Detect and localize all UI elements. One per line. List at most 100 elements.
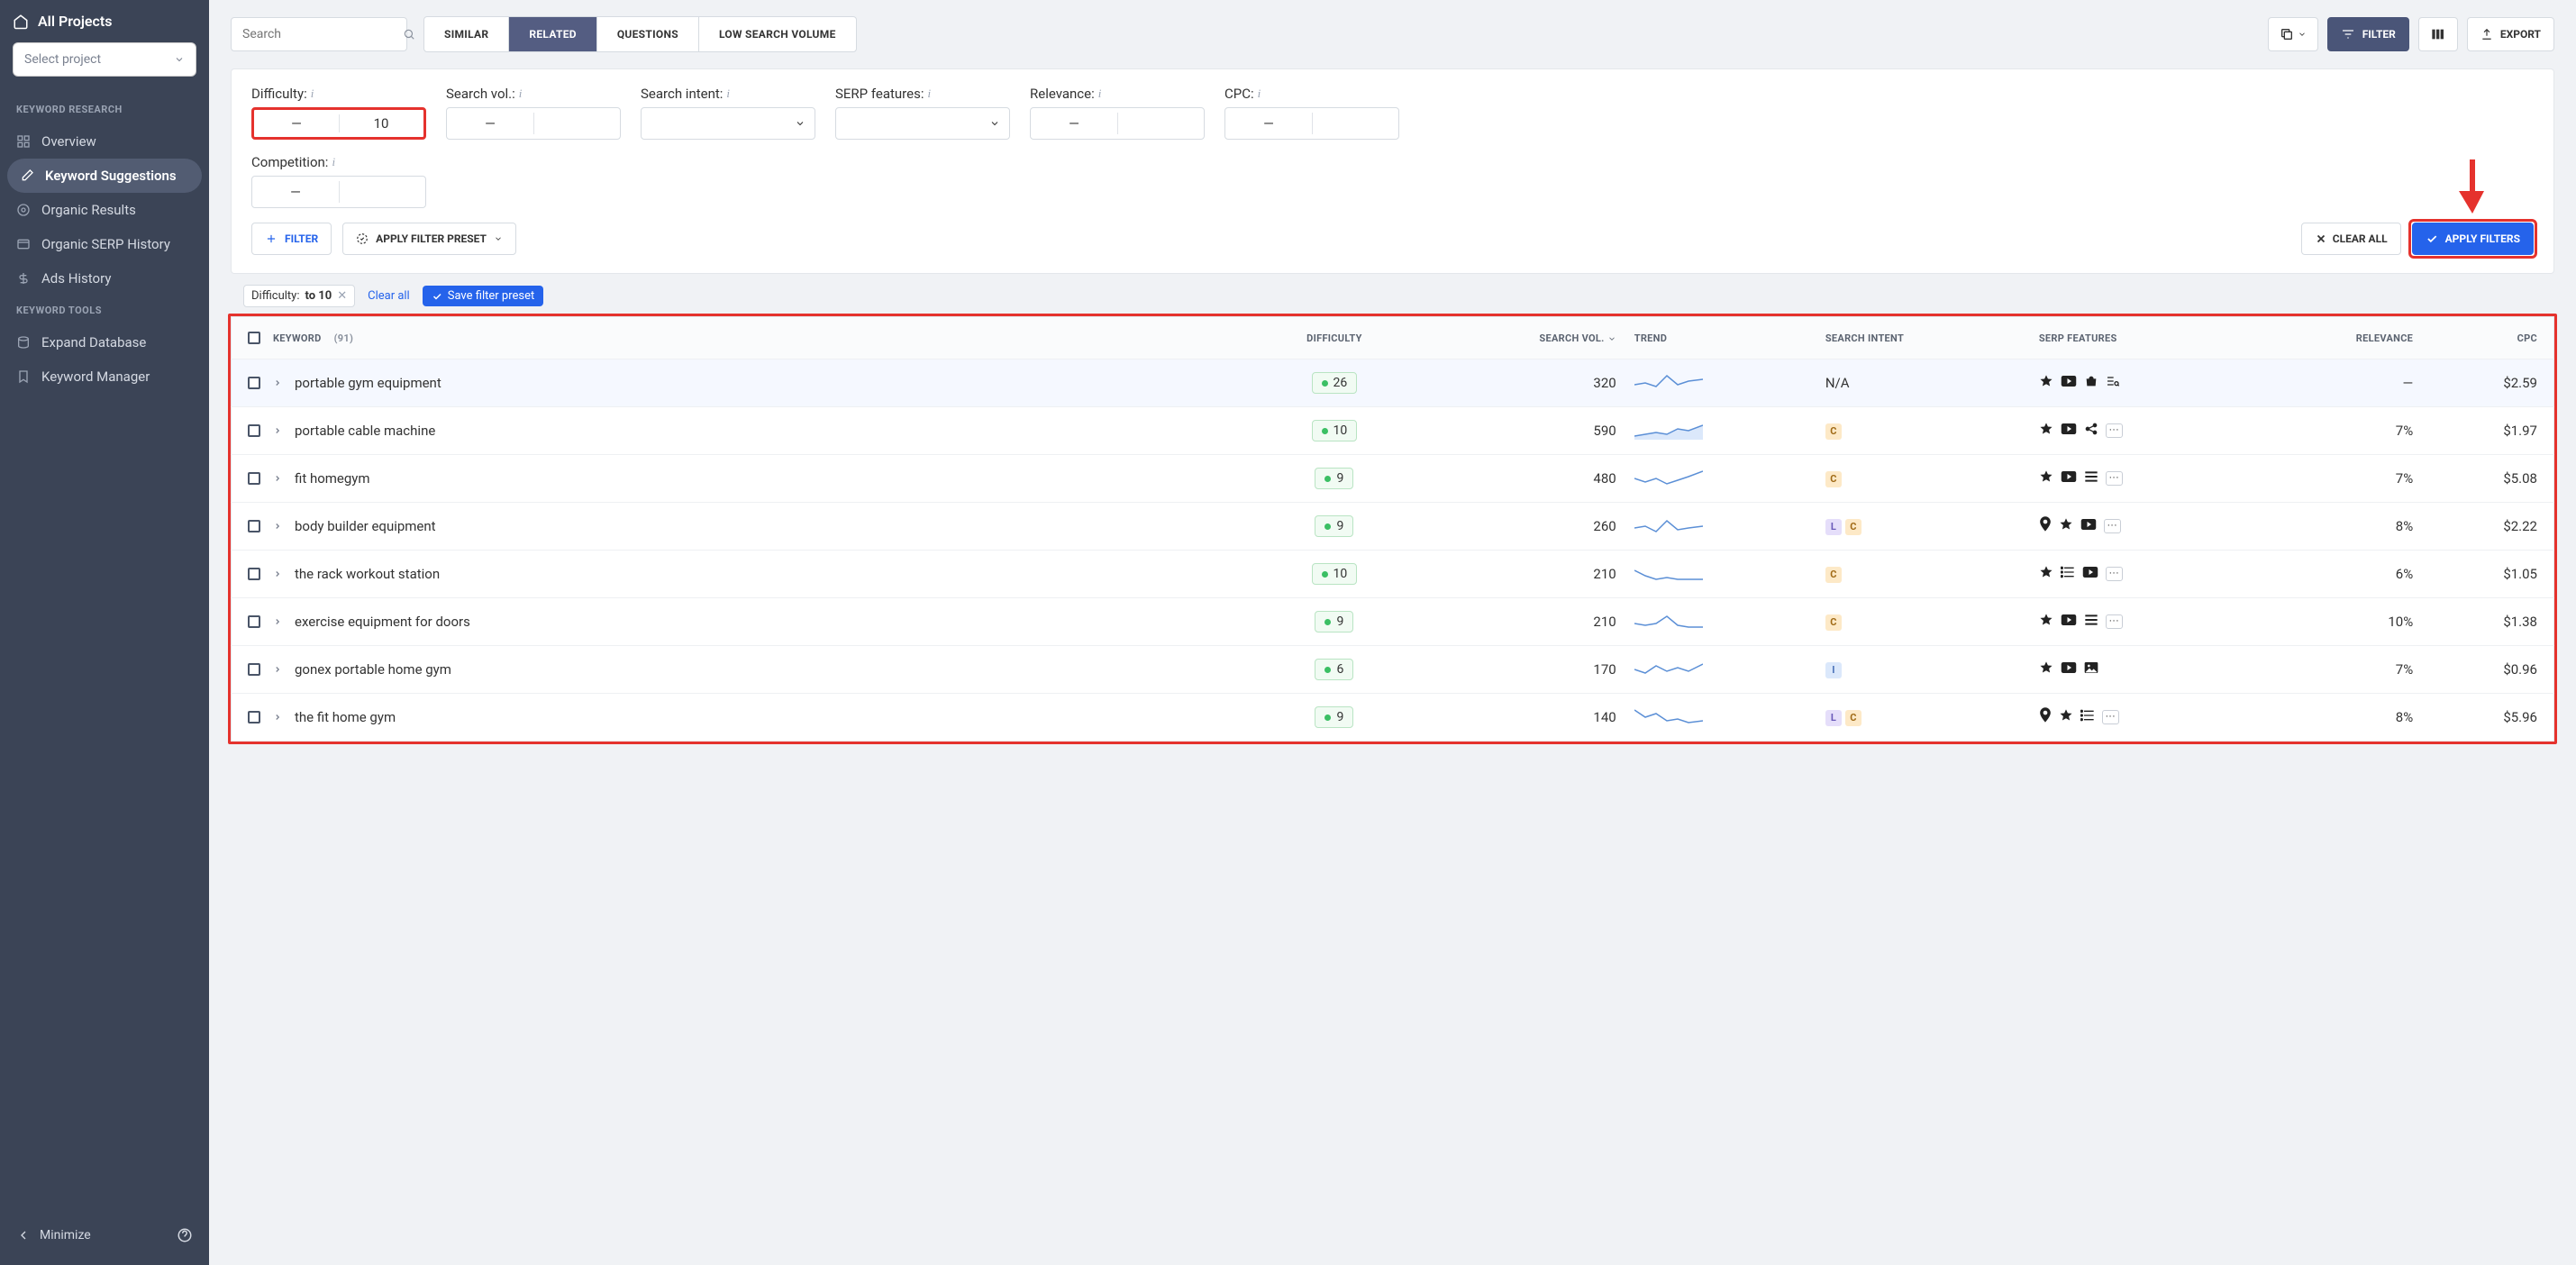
tab-related[interactable]: RELATED	[509, 17, 596, 51]
nav-label: Organic Results	[41, 202, 136, 218]
cpc-cell: $1.38	[2422, 598, 2553, 646]
competition-range-input[interactable]: —	[251, 176, 426, 208]
info-icon[interactable]: i	[519, 86, 523, 101]
database-icon	[16, 335, 31, 350]
clear-all-link[interactable]: Clear all	[368, 289, 410, 303]
row-checkbox[interactable]	[248, 663, 260, 676]
trend-sparkline	[1634, 466, 1703, 487]
cpc-range-input[interactable]: —	[1224, 107, 1399, 140]
th-intent[interactable]: SEARCH INTENT	[1816, 317, 2030, 359]
project-select[interactable]: Select project	[13, 42, 196, 77]
all-projects-label: All Projects	[38, 13, 112, 30]
intent-cell: LC	[1816, 503, 2030, 551]
intent-cell: N/A	[1816, 359, 2030, 407]
table-row[interactable]: exercise equipment for doors 9 210 C ···…	[232, 598, 2554, 646]
table-row[interactable]: gonex portable home gym 6 170 I 7% $0.96	[232, 646, 2554, 694]
search-input[interactable]	[242, 27, 403, 41]
info-icon[interactable]: i	[332, 155, 335, 169]
filter-toggle-button[interactable]: FILTER	[2327, 17, 2409, 51]
info-icon[interactable]: i	[726, 86, 730, 101]
info-icon[interactable]: i	[311, 86, 314, 101]
more-icon[interactable]: ···	[2102, 710, 2120, 724]
more-icon[interactable]: ···	[2106, 471, 2124, 486]
all-projects-link[interactable]: All Projects	[13, 13, 196, 30]
more-icon[interactable]: ···	[2106, 614, 2124, 629]
help-icon[interactable]	[177, 1227, 193, 1243]
row-checkbox[interactable]	[248, 472, 260, 485]
keyword-text: exercise equipment for doors	[295, 614, 470, 630]
info-icon[interactable]: i	[1098, 86, 1102, 101]
row-checkbox[interactable]	[248, 711, 260, 724]
expand-icon[interactable]	[273, 709, 282, 725]
table-row[interactable]: portable cable machine 10 590 C ··· 7% $…	[232, 407, 2554, 455]
copy-dropdown-button[interactable]	[2268, 17, 2318, 51]
tab-similar[interactable]: SIMILAR	[424, 17, 509, 51]
cpc-cell: $0.96	[2422, 646, 2553, 694]
intent-cell: C	[1816, 598, 2030, 646]
expand-icon[interactable]	[273, 423, 282, 439]
expand-icon[interactable]	[273, 518, 282, 534]
search-vol-cell: 170	[1415, 646, 1625, 694]
th-trend[interactable]: TREND	[1625, 317, 1816, 359]
serp-features-select[interactable]	[835, 107, 1010, 140]
nav-expand-database[interactable]: Expand Database	[0, 325, 209, 359]
expand-icon[interactable]	[273, 661, 282, 678]
nav-serp-history[interactable]: Organic SERP History	[0, 227, 209, 261]
search-vol-range-input[interactable]: —	[446, 107, 621, 140]
row-checkbox[interactable]	[248, 424, 260, 437]
chip-remove-icon[interactable]: ✕	[337, 289, 347, 303]
more-icon[interactable]: ···	[2106, 567, 2124, 581]
columns-button[interactable]	[2418, 17, 2458, 51]
row-checkbox[interactable]	[248, 520, 260, 532]
more-icon[interactable]: ···	[2104, 519, 2122, 533]
info-icon[interactable]: i	[927, 86, 931, 101]
intent-cell: C	[1816, 407, 2030, 455]
nav-overview[interactable]: Overview	[0, 124, 209, 159]
row-checkbox[interactable]	[248, 615, 260, 628]
th-relevance[interactable]: RELEVANCE	[2256, 317, 2422, 359]
select-all-checkbox[interactable]	[248, 332, 260, 344]
table-row[interactable]: portable gym equipment 26 320 N/A — $2.5…	[232, 359, 2554, 407]
info-icon[interactable]: i	[1258, 86, 1261, 101]
expand-icon[interactable]	[273, 470, 282, 487]
export-button[interactable]: EXPORT	[2467, 17, 2554, 51]
save-preset-button[interactable]: Save filter preset	[423, 286, 544, 306]
expand-icon[interactable]	[273, 614, 282, 630]
apply-filters-button[interactable]: APPLY FILTERS	[2412, 223, 2534, 255]
th-cpc[interactable]: CPC	[2422, 317, 2553, 359]
relevance-range-input[interactable]: —	[1030, 107, 1205, 140]
serp-features: ···	[2039, 469, 2247, 487]
table-row[interactable]: the fit home gym 9 140 LC ··· 8% $5.96	[232, 694, 2554, 742]
th-serp[interactable]: SERP FEATURES	[2030, 317, 2256, 359]
nav-keyword-suggestions[interactable]: Keyword Suggestions	[7, 159, 202, 193]
filter-chip-difficulty[interactable]: Difficulty: to 10 ✕	[243, 285, 355, 307]
tab-questions[interactable]: QUESTIONS	[597, 17, 699, 51]
keyword-text: body builder equipment	[295, 518, 436, 534]
th-difficulty[interactable]: DIFFICULTY	[1253, 317, 1415, 359]
apply-preset-button[interactable]: APPLY FILTER PRESET	[342, 223, 516, 255]
expand-icon[interactable]	[273, 566, 282, 582]
difficulty-range-input[interactable]: — 10	[251, 107, 426, 140]
th-keyword[interactable]: KEYWORD	[273, 332, 322, 344]
row-checkbox[interactable]	[248, 377, 260, 389]
th-search-vol[interactable]: SEARCH VOL.	[1415, 317, 1625, 359]
minimize-button[interactable]: Minimize	[16, 1228, 91, 1242]
table-row[interactable]: body builder equipment 9 260 LC ··· 8% $…	[232, 503, 2554, 551]
nav-keyword-manager[interactable]: Keyword Manager	[0, 359, 209, 394]
video-icon	[2061, 423, 2077, 439]
trend-sparkline	[1634, 657, 1703, 678]
search-intent-select[interactable]	[641, 107, 815, 140]
clear-all-button[interactable]: CLEAR ALL	[2301, 223, 2401, 255]
filter-difficulty: Difficulty:i — 10	[251, 86, 426, 140]
table-row[interactable]: the rack workout station 10 210 C ··· 6%…	[232, 551, 2554, 598]
nav-organic-results[interactable]: Organic Results	[0, 193, 209, 227]
search-box[interactable]	[231, 17, 407, 51]
expand-icon[interactable]	[273, 375, 282, 391]
table-row[interactable]: fit homegym 9 480 C ··· 7% $5.08	[232, 455, 2554, 503]
add-filter-button[interactable]: FILTER	[251, 223, 332, 255]
tab-low-search-volume[interactable]: LOW SEARCH VOLUME	[699, 17, 856, 51]
row-checkbox[interactable]	[248, 568, 260, 580]
nav-ads-history[interactable]: Ads History	[0, 261, 209, 296]
star-icon	[2059, 708, 2073, 726]
more-icon[interactable]: ···	[2106, 423, 2124, 438]
